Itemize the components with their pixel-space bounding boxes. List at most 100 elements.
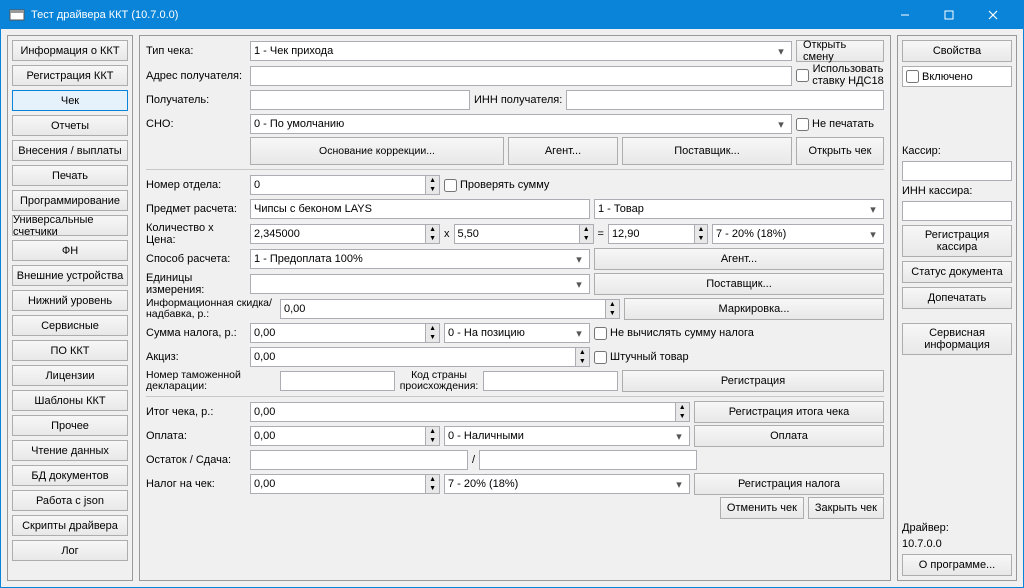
tax-on-receipt-label: Налог на чек: bbox=[146, 478, 246, 490]
sidebar-item-service[interactable]: Сервисные bbox=[12, 315, 128, 336]
driver-version: 10.7.0.0 bbox=[902, 538, 1012, 550]
app-icon bbox=[9, 7, 25, 23]
sidebar-item-log[interactable]: Лог bbox=[12, 540, 128, 561]
cashier-reg-button[interactable]: Регистрация кассира bbox=[902, 225, 1012, 257]
sidebar-item-info[interactable]: Информация о ККТ bbox=[12, 40, 128, 61]
sidebar-item-templates[interactable]: Шаблоны ККТ bbox=[12, 390, 128, 411]
payment-button[interactable]: Оплата bbox=[694, 425, 884, 447]
excise-spinner[interactable]: ▲▼ bbox=[250, 347, 590, 367]
sidebar-item-external[interactable]: Внешние устройства bbox=[12, 265, 128, 286]
inn-recipient-input[interactable] bbox=[566, 90, 884, 110]
use-vat18-check[interactable]: Использовать ставку НДС18 bbox=[796, 64, 884, 87]
recipient-addr-label: Адрес получателя: bbox=[146, 70, 246, 82]
qty-spinner[interactable]: ▲▼ bbox=[250, 224, 440, 244]
properties-button[interactable]: Свойства bbox=[902, 40, 1012, 62]
driver-label: Драйвер: bbox=[902, 522, 1012, 534]
receipt-total-spinner[interactable]: ▲▼ bbox=[250, 402, 690, 422]
price-spinner[interactable]: ▲▼ bbox=[454, 224, 594, 244]
close-receipt-button[interactable]: Закрыть чек bbox=[808, 497, 884, 519]
sidebar-item-po-kkt[interactable]: ПО ККТ bbox=[12, 340, 128, 361]
sidebar-item-print[interactable]: Печать bbox=[12, 165, 128, 186]
recipient-addr-input[interactable] bbox=[250, 66, 792, 86]
maximize-button[interactable] bbox=[927, 1, 971, 29]
supplier-button[interactable]: Поставщик... bbox=[622, 137, 792, 165]
supplier2-button[interactable]: Поставщик... bbox=[594, 273, 884, 295]
country-input[interactable] bbox=[483, 371, 618, 391]
correction-basis-button[interactable]: Основание коррекции... bbox=[250, 137, 504, 165]
cashier-inn-input[interactable] bbox=[902, 201, 1012, 221]
sno-select[interactable]: 0 - По умолчанию▾ bbox=[250, 114, 792, 134]
cashier-input[interactable] bbox=[902, 161, 1012, 181]
sidebar-item-reports[interactable]: Отчеты bbox=[12, 115, 128, 136]
marking-button[interactable]: Маркировка... bbox=[624, 298, 884, 320]
inn-recipient-label: ИНН получателя: bbox=[474, 94, 562, 106]
method-label: Способ расчета: bbox=[146, 253, 246, 265]
tax-rate-select[interactable]: 7 - 20% (18%)▾ bbox=[712, 224, 884, 244]
payment-spinner[interactable]: ▲▼ bbox=[250, 426, 440, 446]
no-print-check[interactable]: Не печатать bbox=[796, 118, 884, 131]
remainder-input[interactable] bbox=[250, 450, 468, 470]
subject-type-select[interactable]: 1 - Товар▾ bbox=[594, 199, 884, 219]
sidebar-item-fn[interactable]: ФН bbox=[12, 240, 128, 261]
receipt-total-label: Итог чека, р.: bbox=[146, 406, 246, 418]
tax-on-receipt-spinner[interactable]: ▲▼ bbox=[250, 474, 440, 494]
sidebar-item-docdb[interactable]: БД документов bbox=[12, 465, 128, 486]
open-shift-button[interactable]: Открыть смену bbox=[796, 40, 884, 62]
sidebar-item-receipt[interactable]: Чек bbox=[12, 90, 128, 111]
agent2-button[interactable]: Агент... bbox=[594, 248, 884, 270]
change-label: Остаток / Сдача: bbox=[146, 454, 246, 466]
about-button[interactable]: О программе... bbox=[902, 554, 1012, 576]
cashier-inn-label: ИНН кассира: bbox=[902, 185, 1012, 197]
register-tax-button[interactable]: Регистрация налога bbox=[694, 473, 884, 495]
dept-label: Номер отдела: bbox=[146, 179, 246, 191]
minimize-button[interactable] bbox=[883, 1, 927, 29]
dept-spinner[interactable]: ▲▼ bbox=[250, 175, 440, 195]
sidebar-item-programming[interactable]: Программирование bbox=[12, 190, 128, 211]
verify-sum-check[interactable]: Проверять сумму bbox=[444, 179, 549, 192]
discount-spinner[interactable]: ▲▼ bbox=[280, 299, 620, 319]
tax-on-receipt-rate-select[interactable]: 7 - 20% (18%)▾ bbox=[444, 474, 690, 494]
receipt-type-label: Тип чека: bbox=[146, 45, 246, 57]
country-label: Код страны происхождения: bbox=[399, 370, 479, 392]
payment-type-select[interactable]: 0 - Наличными▾ bbox=[444, 426, 690, 446]
payment-label: Оплата: bbox=[146, 430, 246, 442]
discount-label: Информационная скидка/надбавка, р.: bbox=[146, 298, 276, 320]
no-calc-tax-check[interactable]: Не вычислять сумму налога bbox=[594, 327, 754, 340]
enabled-check[interactable]: Включено bbox=[902, 66, 1012, 87]
right-panel: Свойства Включено Кассир: ИНН кассира: Р… bbox=[897, 35, 1017, 581]
tax-position-select[interactable]: 0 - На позицию▾ bbox=[444, 323, 590, 343]
total-spinner[interactable]: ▲▼ bbox=[608, 224, 708, 244]
sidebar-item-readdata[interactable]: Чтение данных bbox=[12, 440, 128, 461]
sidebar-item-counters[interactable]: Универсальные счетчики bbox=[12, 215, 128, 236]
sidebar-item-lowlevel[interactable]: Нижний уровень bbox=[12, 290, 128, 311]
doc-status-button[interactable]: Статус документа bbox=[902, 261, 1012, 283]
print-more-button[interactable]: Допечатать bbox=[902, 287, 1012, 309]
sidebar-item-json[interactable]: Работа с json bbox=[12, 490, 128, 511]
sidebar-item-cash[interactable]: Внесения / выплаты bbox=[12, 140, 128, 161]
sidebar-item-scripts[interactable]: Скрипты драйвера bbox=[12, 515, 128, 536]
change-input[interactable] bbox=[479, 450, 697, 470]
close-button[interactable] bbox=[971, 1, 1015, 29]
open-receipt-button[interactable]: Открыть чек bbox=[796, 137, 884, 165]
register-total-button[interactable]: Регистрация итога чека bbox=[694, 401, 884, 423]
tax-amount-label: Сумма налога, р.: bbox=[146, 327, 246, 339]
tax-amount-spinner[interactable]: ▲▼ bbox=[250, 323, 440, 343]
sidebar-item-other[interactable]: Прочее bbox=[12, 415, 128, 436]
method-select[interactable]: 1 - Предоплата 100%▾ bbox=[250, 249, 590, 269]
service-info-button[interactable]: Сервисная информация bbox=[902, 323, 1012, 355]
recipient-input[interactable] bbox=[250, 90, 470, 110]
main-panel: Тип чека: 1 - Чек прихода▾ Открыть смену… bbox=[139, 35, 891, 581]
subject-input[interactable] bbox=[250, 199, 590, 219]
sidebar-item-registration[interactable]: Регистрация ККТ bbox=[12, 65, 128, 86]
window-title: Тест драйвера ККТ (10.7.0.0) bbox=[31, 9, 883, 21]
agent-button[interactable]: Агент... bbox=[508, 137, 618, 165]
piece-goods-check[interactable]: Штучный товар bbox=[594, 351, 689, 364]
units-select[interactable]: ▾ bbox=[250, 274, 590, 294]
register-button[interactable]: Регистрация bbox=[622, 370, 884, 392]
customs-input[interactable] bbox=[280, 371, 395, 391]
customs-label: Номер таможенной декларации: bbox=[146, 370, 276, 392]
app-window: Тест драйвера ККТ (10.7.0.0) Информация … bbox=[0, 0, 1024, 588]
sidebar-item-licenses[interactable]: Лицензии bbox=[12, 365, 128, 386]
cancel-receipt-button[interactable]: Отменить чек bbox=[720, 497, 804, 519]
receipt-type-select[interactable]: 1 - Чек прихода▾ bbox=[250, 41, 792, 61]
